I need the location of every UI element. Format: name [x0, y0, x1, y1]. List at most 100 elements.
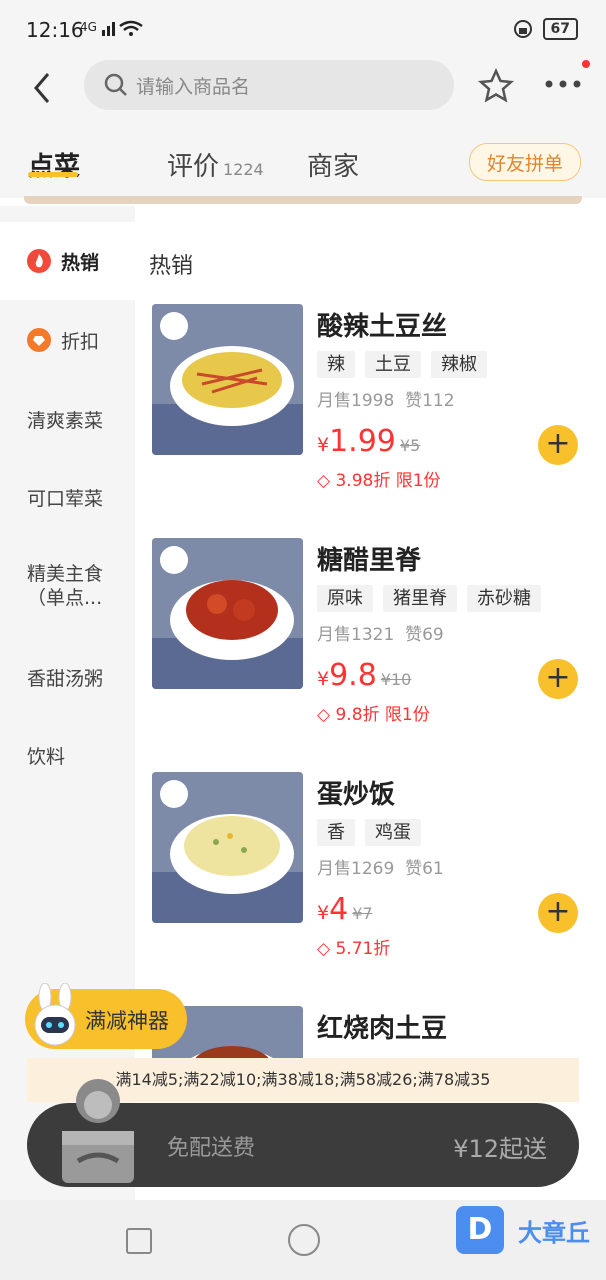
search-input[interactable]: 请输入商品名: [84, 60, 454, 110]
monthly-sales: 月售1321: [317, 625, 395, 645]
original-price: ¥7: [352, 904, 373, 923]
sidebar-item-label: 折扣: [61, 330, 100, 353]
back-arrow-icon[interactable]: [28, 68, 58, 108]
recent-apps-icon[interactable]: [126, 1228, 152, 1254]
sidebar-item-soup[interactable]: 香甜汤粥: [0, 638, 135, 716]
favorite-star-icon[interactable]: [478, 68, 514, 104]
delivery-rider-icon[interactable]: [58, 1075, 138, 1187]
dish-tag: 土豆: [365, 351, 421, 378]
discount-tag-icon: ◇: [317, 471, 331, 491]
dish-image: [152, 772, 303, 923]
friend-group-order-button[interactable]: 好友拼单: [469, 143, 581, 181]
dish-card[interactable]: 蛋炒饭 香 鸡蛋 月售1269 赞61 ¥4 ¥7 ◇ 5.71折 +: [152, 772, 592, 992]
banner-strip: [24, 196, 582, 204]
lock-rotation-icon: [513, 20, 532, 38]
add-to-cart-button[interactable]: +: [538, 659, 578, 699]
dish-discount: ◇ 5.71折: [317, 934, 390, 959]
price-value: 9.8: [329, 658, 377, 693]
search-icon: [104, 73, 127, 96]
dish-discount: ◇ 9.8折 限1份: [317, 700, 430, 725]
status-bar: 12:16 4G 67: [0, 0, 606, 60]
monthly-sales: 月售1269: [317, 859, 395, 879]
section-title: 热销: [149, 254, 194, 279]
discount-helper-label: 满减神器: [85, 1009, 169, 1033]
discount-text: 9.8折 限1份: [335, 705, 430, 725]
sidebar-item-discount[interactable]: 折扣: [0, 301, 135, 379]
review-count: 1224: [223, 160, 264, 179]
sidebar-item-meat[interactable]: 可口荤菜: [0, 458, 135, 536]
sidebar-item-label: 清爽素菜: [27, 409, 104, 432]
discount-tag-icon: ◇: [317, 939, 331, 959]
likes: 赞112: [405, 391, 455, 411]
dish-image: [152, 538, 303, 689]
signal-wifi-icon: [102, 20, 143, 36]
dish-tag: 赤砂糖: [467, 585, 541, 612]
dish-price: ¥1.99 ¥5: [317, 424, 421, 459]
tab-reviews-label: 评价: [167, 152, 220, 182]
dish-tags: 原味 猪里脊 赤砂糖: [317, 585, 541, 612]
monthly-sales: 月售1998: [317, 391, 395, 411]
discount-tag-icon: ◇: [317, 705, 331, 725]
active-tab-indicator: [28, 172, 78, 177]
likes: 赞61: [405, 859, 444, 879]
discount-text: 3.98折 限1份: [335, 471, 441, 491]
dish-tag: 原味: [317, 585, 373, 612]
sidebar-item-vegetables[interactable]: 清爽素菜: [0, 380, 135, 458]
network-label: 4G: [80, 20, 97, 34]
add-to-cart-button[interactable]: +: [538, 893, 578, 933]
dish-name: 红烧肉土豆: [317, 1014, 448, 1044]
robot-rabbit-icon: [34, 983, 76, 1046]
sidebar-item-label: 精美主食（单点...: [27, 563, 104, 609]
more-options-icon[interactable]: [544, 72, 584, 96]
dish-tag: 辣: [317, 351, 355, 378]
category-sidebar: 热销 折扣 清爽素菜 可口荤菜 精美主食（单点... 香甜汤粥 饮料: [0, 206, 135, 1200]
sidebar-item-hot[interactable]: 热销: [0, 222, 135, 300]
discount-helper-button[interactable]: 满减神器: [25, 983, 187, 1049]
add-to-cart-button[interactable]: +: [538, 425, 578, 465]
tab-merchant[interactable]: 商家: [307, 146, 359, 183]
discount-text: 5.71折: [335, 939, 391, 959]
price-value: 4: [329, 892, 349, 927]
dish-sales: 月售1998 赞112: [317, 386, 455, 411]
watermark-logo: D: [456, 1206, 504, 1254]
dish-price: ¥4 ¥7: [317, 892, 373, 927]
dish-tag: 辣椒: [431, 351, 487, 378]
dish-name: 酸辣土豆丝: [317, 312, 448, 342]
battery-indicator: 67: [542, 18, 578, 40]
free-delivery-label: 免配送费: [167, 1136, 256, 1161]
watermark: D 大章丘: [456, 1206, 590, 1254]
fire-icon: [27, 249, 51, 273]
tab-order[interactable]: 点菜: [28, 146, 80, 183]
dish-tag: 猪里脊: [383, 585, 457, 612]
dish-name: 蛋炒饭: [317, 780, 396, 810]
dish-name: 糖醋里脊: [317, 546, 422, 576]
min-order-label: ¥12起送: [453, 1135, 547, 1163]
top-bar: 请输入商品名: [0, 60, 606, 120]
price-value: 1.99: [329, 424, 396, 459]
dish-tags: 香 鸡蛋: [317, 819, 421, 846]
sidebar-item-drinks[interactable]: 饮料: [0, 716, 135, 794]
status-time: 12:16: [26, 18, 84, 42]
tab-reviews[interactable]: 评价 1224: [167, 146, 264, 183]
sidebar-item-label: 饮料: [27, 745, 66, 768]
original-price: ¥5: [399, 436, 421, 455]
original-price: ¥10: [380, 670, 412, 689]
notification-dot: [582, 60, 590, 68]
dish-sales: 月售1321 赞69: [317, 620, 444, 645]
dish-tag: 香: [317, 819, 355, 846]
watermark-text: 大章丘: [518, 1218, 590, 1247]
search-placeholder: 请输入商品名: [136, 75, 251, 98]
dish-card[interactable]: 糖醋里脊 原味 猪里脊 赤砂糖 月售1321 赞69 ¥9.8 ¥10 ◇ 9.8…: [152, 538, 592, 758]
dish-card[interactable]: 酸辣土豆丝 辣 土豆 辣椒 月售1998 赞112 ¥1.99 ¥5 ◇ 3.98…: [152, 304, 592, 524]
dish-discount: ◇ 3.98折 限1份: [317, 466, 441, 491]
dish-sales: 月售1269 赞61: [317, 854, 444, 879]
sidebar-item-label: 香甜汤粥: [27, 667, 104, 690]
dish-price: ¥9.8 ¥10: [317, 658, 412, 693]
sidebar-item-staple[interactable]: 精美主食（单点...: [0, 536, 135, 636]
sidebar-item-label: 热销: [61, 251, 100, 274]
home-icon[interactable]: [288, 1224, 320, 1256]
sidebar-item-label: 可口荤菜: [27, 487, 104, 510]
dish-tag: 鸡蛋: [365, 819, 421, 846]
dish-card[interactable]: 红烧肉土豆: [152, 1006, 592, 1066]
likes: 赞69: [405, 625, 444, 645]
